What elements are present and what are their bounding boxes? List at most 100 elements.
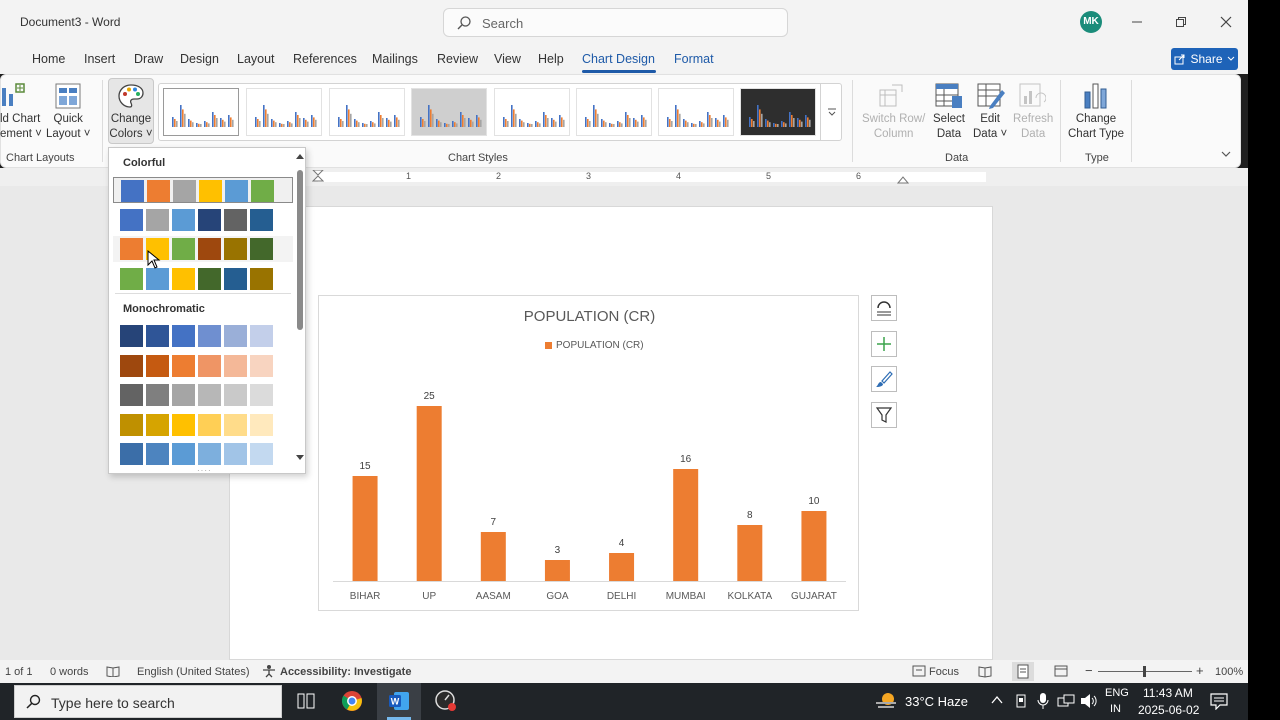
tab-mailings[interactable]: Mailings — [372, 52, 418, 66]
colorful-palette-row[interactable] — [113, 236, 293, 262]
zoom-level[interactable]: 100% — [1215, 666, 1243, 678]
scroll-thumb[interactable] — [297, 170, 303, 330]
language-indicator-top[interactable]: ENG — [1105, 687, 1129, 699]
tab-help[interactable]: Help — [538, 52, 564, 66]
collapse-ribbon-button[interactable] — [1220, 148, 1232, 162]
chart-style-thumbnail[interactable] — [329, 88, 405, 136]
read-mode-icon[interactable] — [978, 664, 992, 678]
data-label[interactable]: 4 — [619, 538, 625, 549]
zoom-in-button[interactable]: + — [1196, 663, 1204, 678]
screen-recorder-icon[interactable] — [434, 689, 458, 713]
chart-style-thumbnail[interactable] — [740, 88, 816, 136]
network-icon[interactable] — [1057, 694, 1075, 708]
print-layout-button[interactable] — [1012, 662, 1034, 681]
chart-style-thumbnail[interactable] — [658, 88, 734, 136]
bar-kolkata[interactable] — [737, 525, 763, 581]
bar-up[interactable] — [416, 406, 442, 581]
tab-view[interactable]: View — [494, 52, 521, 66]
microphone-icon[interactable] — [1037, 692, 1049, 710]
gallery-more-button[interactable] — [820, 84, 842, 140]
taskbar-search[interactable]: Type here to search — [14, 685, 282, 718]
accessibility-status[interactable]: Accessibility: Investigate — [280, 666, 411, 678]
bar-mumbai[interactable] — [673, 469, 699, 581]
chart-style-thumbnail[interactable] — [494, 88, 570, 136]
monochromatic-palette-row[interactable] — [113, 323, 293, 349]
weather-icon[interactable] — [874, 690, 898, 712]
dropdown-scrollbar[interactable] — [295, 152, 305, 468]
chart-filters-button[interactable] — [871, 402, 897, 428]
layout-options-button[interactable] — [871, 295, 897, 321]
scroll-down-icon[interactable] — [295, 454, 305, 462]
indent-marker[interactable] — [312, 170, 324, 186]
page-count[interactable]: 1 of 1 — [5, 666, 33, 678]
chart-style-thumbnail[interactable] — [411, 88, 487, 136]
edit-data-button[interactable] — [976, 82, 1006, 113]
data-label[interactable]: 10 — [808, 496, 820, 507]
chrome-icon[interactable] — [341, 690, 363, 712]
chart-styles-button[interactable] — [871, 366, 897, 392]
clock-time[interactable]: 11:43 AM — [1143, 686, 1193, 700]
data-label[interactable]: 25 — [424, 391, 436, 402]
tab-home[interactable]: Home — [32, 52, 65, 66]
add-chart-element-button[interactable] — [0, 82, 28, 113]
tab-layout[interactable]: Layout — [237, 52, 275, 66]
word-taskbar-button[interactable]: W — [377, 683, 421, 720]
right-indent-marker[interactable] — [897, 174, 909, 184]
monochromatic-palette-row[interactable] — [113, 382, 293, 408]
chart-style-thumbnail[interactable] — [246, 88, 322, 136]
language-indicator-bottom[interactable]: IN — [1110, 703, 1121, 715]
tab-draw[interactable]: Draw — [134, 52, 163, 66]
word-count[interactable]: 0 words — [50, 666, 89, 678]
tab-format[interactable]: Format — [674, 52, 714, 66]
change-chart-type-button[interactable] — [1082, 82, 1110, 113]
focus-mode-button[interactable]: Focus — [929, 666, 959, 678]
bar-gujarat[interactable] — [801, 511, 827, 581]
zoom-out-button[interactable]: − — [1085, 663, 1093, 678]
select-data-button[interactable] — [934, 82, 964, 113]
bar-aasam[interactable] — [480, 532, 506, 581]
monochromatic-palette-row[interactable] — [113, 441, 293, 467]
monochromatic-palette-row[interactable] — [113, 412, 293, 438]
colorful-palette-row[interactable] — [113, 207, 293, 233]
monochromatic-palette-row[interactable] — [113, 353, 293, 379]
data-label[interactable]: 8 — [747, 510, 753, 521]
tab-design[interactable]: Design — [180, 52, 219, 66]
chevron-up-icon[interactable] — [991, 695, 1003, 705]
scroll-up-icon[interactable] — [295, 152, 305, 160]
minimize-button[interactable] — [1125, 10, 1149, 34]
tab-chart-design[interactable]: Chart Design — [582, 52, 655, 66]
data-label[interactable]: 3 — [555, 545, 561, 556]
bar-goa[interactable] — [544, 560, 570, 581]
clock-date[interactable]: 2025-06-02 — [1138, 703, 1199, 717]
tab-references[interactable]: References — [293, 52, 357, 66]
data-label[interactable]: 7 — [491, 517, 497, 528]
chart-area[interactable]: POPULATION (CR) POPULATION (CR) 15 BIHAR 2… — [318, 295, 859, 611]
tab-review[interactable]: Review — [437, 52, 478, 66]
avatar[interactable]: MK — [1080, 11, 1102, 33]
search-box[interactable]: Search — [443, 8, 788, 37]
colorful-palette-row[interactable] — [113, 177, 293, 203]
data-label[interactable]: 16 — [680, 454, 692, 465]
data-label[interactable]: 15 — [360, 461, 372, 472]
weather-text[interactable]: 33°C Haze — [905, 694, 968, 709]
meet-now-icon[interactable] — [1014, 693, 1028, 709]
notifications-icon[interactable] — [1210, 692, 1228, 710]
close-button[interactable] — [1214, 10, 1238, 34]
colorful-palette-row[interactable] — [113, 266, 293, 292]
zoom-slider-thumb[interactable] — [1143, 666, 1146, 677]
chart-style-thumbnail[interactable] — [576, 88, 652, 136]
share-button[interactable]: Share — [1171, 48, 1238, 70]
web-layout-icon[interactable] — [1054, 664, 1068, 678]
bar-delhi[interactable] — [609, 553, 635, 581]
task-view-icon[interactable] — [297, 693, 315, 709]
restore-button[interactable] — [1169, 10, 1193, 34]
resize-grip[interactable]: ···· — [197, 466, 212, 473]
tab-insert[interactable]: Insert — [84, 52, 115, 66]
quick-layout-button[interactable] — [54, 82, 82, 113]
proofing-icon[interactable] — [106, 665, 120, 677]
language-status[interactable]: English (United States) — [137, 666, 250, 678]
chart-elements-button[interactable] — [871, 331, 897, 357]
bar-bihar[interactable] — [352, 476, 378, 581]
chart-style-thumbnail[interactable] — [163, 88, 239, 136]
volume-icon[interactable] — [1080, 693, 1098, 709]
